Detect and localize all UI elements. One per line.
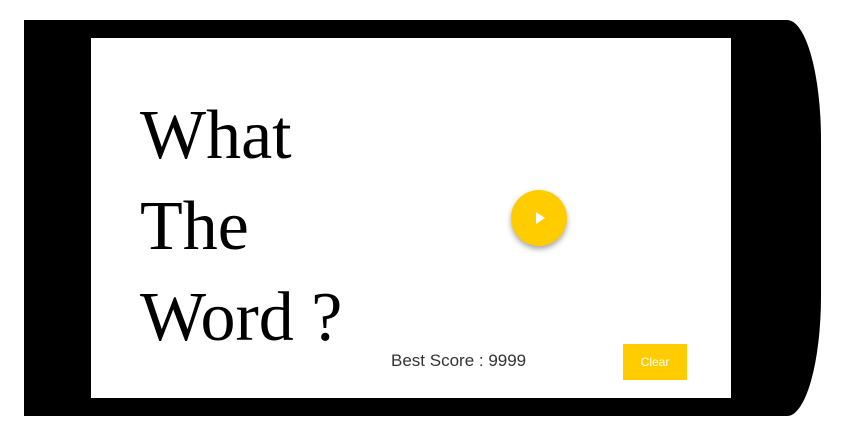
play-button[interactable] [511,190,567,246]
title-line-1: What [140,97,292,174]
game-title: What The Word ? [140,90,342,363]
title-line-2: The [140,188,249,265]
game-screen: What The Word ? Best Score : 9999 Clear [91,38,731,398]
title-line-3: Word ? [140,279,343,356]
play-icon [536,212,545,224]
best-score-label: Best Score : 9999 [391,351,527,370]
clear-button[interactable]: Clear [623,344,687,380]
